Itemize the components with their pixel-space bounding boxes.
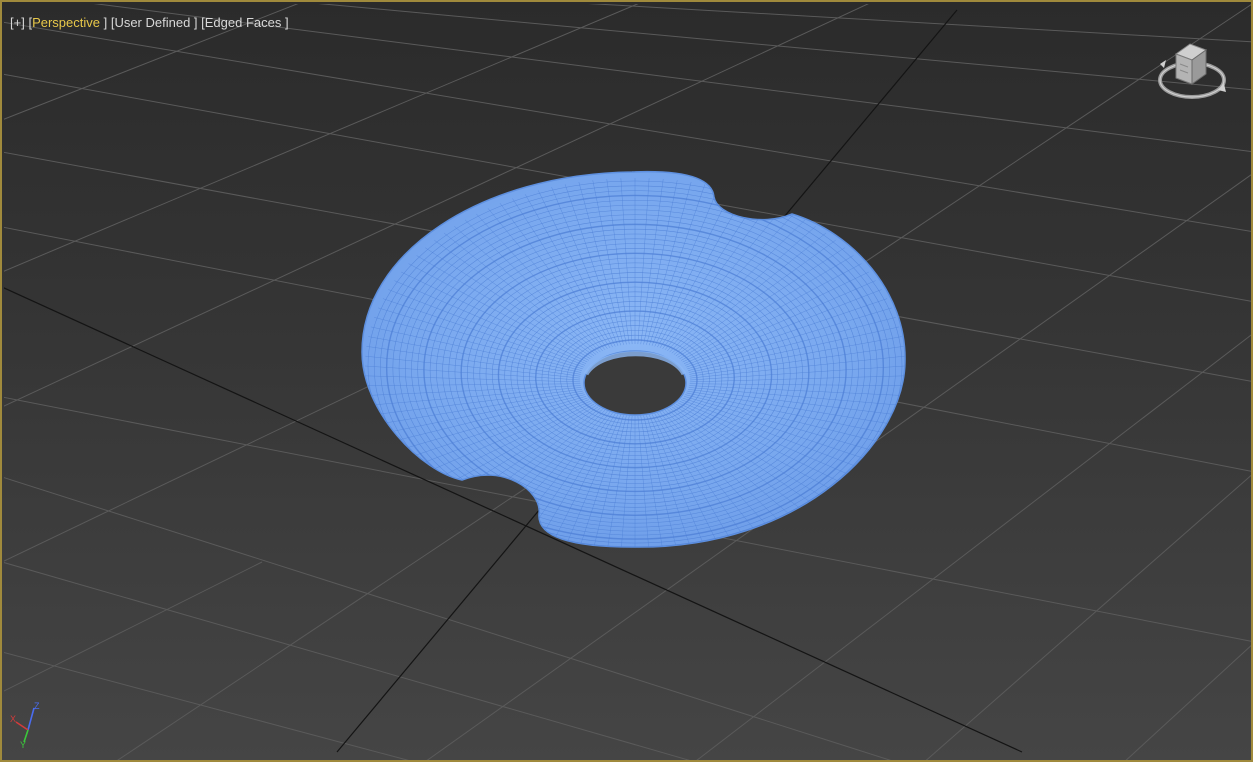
- viewport-view-menu[interactable]: Perspective: [32, 15, 100, 30]
- axis-y-label: Y: [20, 740, 26, 748]
- viewport-label-menu: [+] [Perspective ] [User Defined ] [Edge…: [10, 15, 289, 30]
- mesh-object[interactable]: [361, 170, 906, 554]
- scene-canvas[interactable]: [2, 2, 1253, 762]
- axis-x-label: X: [10, 714, 16, 724]
- grid-line: [1125, 644, 1251, 760]
- axis-z-label: Z: [34, 701, 40, 711]
- grid-line: [4, 562, 690, 760]
- viewport-plus-menu[interactable]: [+]: [10, 15, 25, 30]
- viewport-shading-menu[interactable]: User Defined: [114, 15, 190, 30]
- axis-tripod-icon: Z X Y: [10, 701, 40, 748]
- perspective-viewport[interactable]: [+] [Perspective ] [User Defined ] [Edge…: [0, 0, 1253, 762]
- viewcube-icon[interactable]: [1154, 40, 1234, 106]
- grid-line: [4, 561, 263, 692]
- grid-line: [4, 652, 409, 760]
- grid-line: [925, 474, 1251, 760]
- viewport-display-menu[interactable]: Edged Faces: [205, 15, 282, 30]
